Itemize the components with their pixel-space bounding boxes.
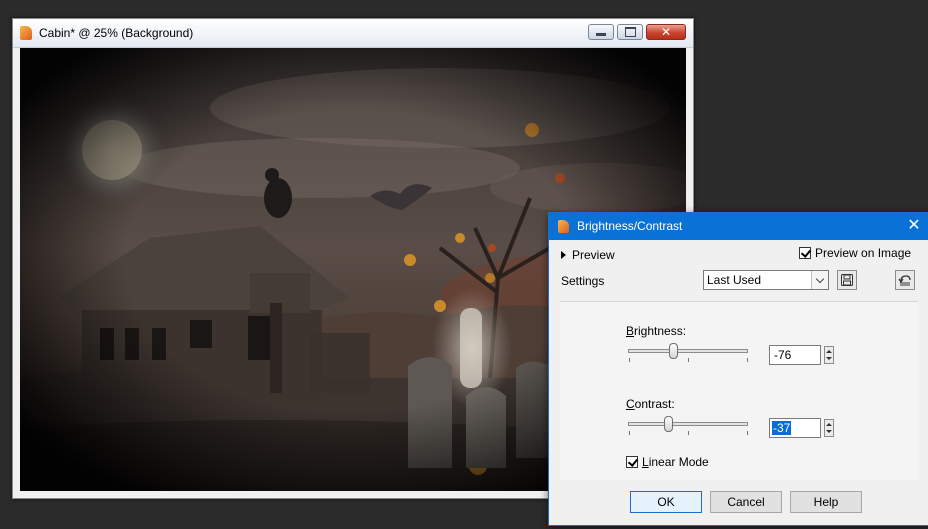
contrast-slider-track[interactable] bbox=[628, 422, 748, 426]
slider-tick bbox=[747, 358, 748, 362]
document-titlebar[interactable]: Cabin* @ 25% (Background) ✕ bbox=[13, 19, 693, 48]
linear-mode-checkbox[interactable]: Linear Mode bbox=[626, 455, 709, 469]
brightness-slider-track[interactable] bbox=[628, 349, 748, 353]
close-button[interactable]: ✕ bbox=[646, 24, 686, 40]
help-button[interactable]: Help bbox=[790, 491, 862, 513]
dropdown-arrow-button[interactable] bbox=[811, 271, 828, 289]
brightness-value: -76 bbox=[774, 348, 792, 362]
preview-on-image-check-icon[interactable] bbox=[799, 247, 811, 259]
dialog-close-button[interactable]: ✕ bbox=[903, 215, 925, 237]
minimize-icon bbox=[596, 33, 606, 36]
paintshop-pro-icon bbox=[20, 26, 32, 40]
spin-up-icon[interactable] bbox=[826, 350, 832, 353]
dialog-title: Brightness/Contrast bbox=[577, 219, 683, 233]
brightness-contrast-dialog: Brightness/Contrast ✕ Preview Preview on… bbox=[548, 212, 928, 526]
preview-expander[interactable]: Preview bbox=[561, 248, 615, 262]
slider-tick bbox=[629, 431, 630, 435]
preview-label: Preview bbox=[572, 248, 615, 262]
linear-mode-check-icon[interactable] bbox=[626, 456, 638, 468]
maximize-icon bbox=[624, 27, 636, 37]
contrast-slider[interactable] bbox=[628, 416, 752, 442]
paintshop-pro-icon bbox=[558, 220, 569, 233]
spin-down-icon[interactable] bbox=[826, 430, 832, 433]
brightness-label: Brightness: bbox=[626, 324, 687, 338]
dialog-titlebar[interactable]: Brightness/Contrast ✕ bbox=[549, 213, 928, 240]
spin-down-icon[interactable] bbox=[826, 357, 832, 360]
spin-up-icon[interactable] bbox=[826, 423, 832, 426]
triangle-right-icon bbox=[561, 251, 566, 259]
contrast-slider-thumb[interactable] bbox=[664, 416, 673, 432]
reset-to-default-button[interactable] bbox=[895, 270, 915, 290]
slider-tick bbox=[629, 358, 630, 362]
settings-label: Settings bbox=[561, 274, 605, 288]
brightness-slider[interactable] bbox=[628, 343, 752, 369]
slider-tick bbox=[688, 431, 689, 435]
chevron-down-icon bbox=[815, 274, 825, 283]
contrast-label: Contrast: bbox=[626, 397, 675, 411]
preview-on-image-label: Preview on Image bbox=[815, 246, 912, 260]
minimize-button[interactable] bbox=[588, 24, 614, 40]
ok-button[interactable]: OK bbox=[630, 491, 702, 513]
brightness-value-input[interactable]: -76 bbox=[769, 345, 821, 365]
brightness-spinner[interactable] bbox=[824, 346, 834, 364]
settings-dropdown-value: Last Used bbox=[707, 273, 762, 287]
maximize-button[interactable] bbox=[617, 24, 643, 40]
save-preset-button[interactable] bbox=[837, 270, 857, 290]
slider-tick bbox=[688, 358, 689, 362]
contrast-value: -37 bbox=[772, 421, 792, 435]
preview-on-image-checkbox[interactable]: Preview on Image bbox=[799, 246, 911, 260]
close-icon: ✕ bbox=[660, 25, 672, 39]
contrast-value-input[interactable]: -37 bbox=[769, 418, 821, 438]
cancel-button[interactable]: Cancel bbox=[710, 491, 782, 513]
document-title: Cabin* @ 25% (Background) bbox=[39, 26, 194, 40]
floppy-disk-icon bbox=[841, 274, 853, 286]
slider-tick bbox=[747, 431, 748, 435]
reset-arrow-icon bbox=[898, 275, 911, 286]
linear-mode-label: Linear Mode bbox=[642, 455, 709, 469]
brightness-slider-thumb[interactable] bbox=[669, 343, 678, 359]
settings-dropdown[interactable]: Last Used bbox=[703, 270, 829, 290]
contrast-spinner[interactable] bbox=[824, 419, 834, 437]
adjustment-controls-panel: Brightness: -76 Contrast: -37 Linear Mod… bbox=[560, 301, 918, 480]
close-icon: ✕ bbox=[907, 217, 921, 234]
